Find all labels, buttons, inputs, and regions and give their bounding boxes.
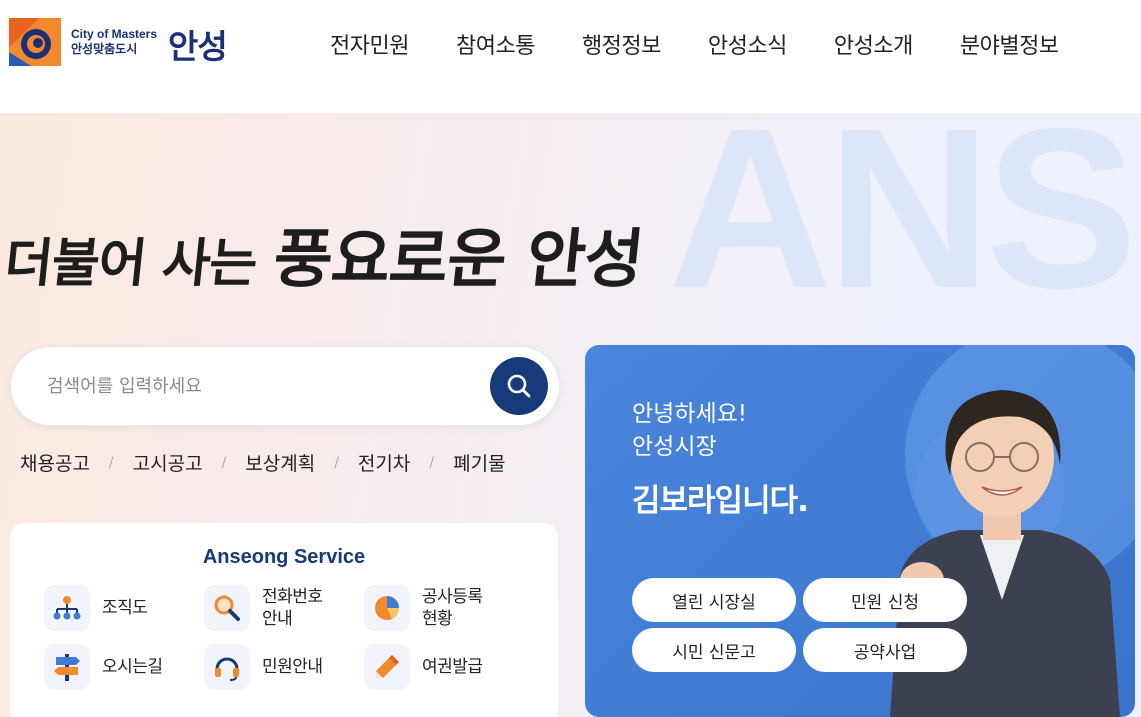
service-item-label: 민원안내	[262, 656, 323, 677]
nav-item-news[interactable]: 안성소식	[708, 28, 787, 60]
org-chart-icon	[44, 585, 90, 631]
slogan-part-3: 안성	[522, 222, 647, 297]
nav-item-field-info[interactable]: 분야별정보	[960, 28, 1059, 60]
slogan-part-1: 더불어 사는	[1, 233, 277, 294]
keyword-link[interactable]: 전기차	[358, 449, 410, 476]
mayor-card: 안녕하세요! 안성시장 김보라입니다. 열린 시장실 민원 신청 시민 신문고 …	[585, 345, 1135, 717]
hero-section: ANS 더불어 사는 풍요로운 안성 채용공고 / 고시공고 / 보상계획 / …	[0, 113, 1141, 717]
pie-chart-icon	[364, 585, 410, 631]
signpost-icon	[44, 644, 90, 690]
mayor-name: 김보라입니다.	[632, 483, 809, 519]
service-item-label: 조직도	[102, 597, 148, 618]
citizen-petition-button[interactable]: 시민 신문고	[632, 628, 796, 672]
nav-item-e-civil[interactable]: 전자민원	[330, 28, 409, 60]
pledge-projects-button[interactable]: 공약사업	[803, 628, 967, 672]
keyword-separator: /	[429, 454, 435, 471]
nav-item-about[interactable]: 안성소개	[834, 28, 913, 60]
civil-request-button[interactable]: 민원 신청	[803, 578, 967, 622]
site-logo[interactable]: City of Masters 안성맞춤도시	[9, 18, 157, 66]
service-item-construction-status[interactable]: 공사등록 현황	[364, 585, 483, 631]
logo-city-name: 안성	[168, 27, 228, 66]
search-box	[10, 346, 560, 426]
keyword-separator: /	[334, 454, 339, 471]
open-mayor-office-button[interactable]: 열린 시장실	[632, 578, 796, 622]
main-navigation: 전자민원 참여소통 행정정보 안성소식 안성소개 분야별정보	[330, 28, 1059, 60]
headset-icon	[204, 644, 250, 690]
slogan-part-2: 풍요로운	[269, 222, 531, 297]
keyword-link[interactable]: 고시공고	[133, 449, 203, 476]
popular-keywords: 채용공고 / 고시공고 / 보상계획 / 전기차 / 폐기물	[20, 449, 506, 476]
pencil-icon	[364, 644, 410, 690]
service-item-civil-guide[interactable]: 민원안내	[204, 644, 323, 690]
keyword-separator: /	[108, 454, 114, 471]
service-item-passport[interactable]: 여권발급	[364, 644, 483, 690]
service-item-label: 오시는길	[102, 656, 163, 677]
greeting-line-1: 안녕하세요!	[632, 401, 748, 427]
magnifier-icon	[204, 585, 250, 631]
nav-item-admin-info[interactable]: 행정정보	[582, 28, 661, 60]
keyword-link[interactable]: 채용공고	[20, 449, 90, 476]
service-panel-title: Anseong Service	[202, 546, 366, 568]
hero-background-word: ANS	[668, 113, 1137, 336]
keyword-link[interactable]: 보상계획	[245, 449, 315, 476]
service-item-label: 공사등록 현황	[422, 586, 483, 629]
anseong-service-panel: Anseong Service 조직도 전화번호 안내 공사등록 현황 오시는길…	[10, 523, 558, 717]
service-item-label: 여권발급	[422, 656, 483, 677]
keyword-link[interactable]: 폐기물	[453, 449, 505, 476]
service-item-label: 전화번호 안내	[262, 586, 323, 629]
logo-korean-text: 안성맞춤도시	[71, 42, 138, 56]
hero-slogan: 더불어 사는 풍요로운 안성	[1, 208, 648, 300]
mayor-greeting: 안녕하세요! 안성시장	[632, 398, 747, 465]
service-item-phone-directory[interactable]: 전화번호 안내	[204, 585, 323, 631]
logo-english-text: City of Masters	[71, 27, 158, 42]
search-button[interactable]	[490, 357, 548, 415]
city-emblem-icon	[9, 18, 61, 66]
service-item-org-chart[interactable]: 조직도	[44, 585, 148, 631]
keyword-separator: /	[221, 454, 227, 471]
nav-item-participation[interactable]: 참여소통	[456, 28, 535, 60]
service-item-directions[interactable]: 오시는길	[44, 644, 163, 690]
greeting-line-2: 안성시장	[632, 434, 717, 461]
search-input[interactable]	[45, 369, 469, 403]
search-icon	[507, 374, 531, 398]
site-header: City of Masters 안성맞춤도시 안성 전자민원 참여소통 행정정보…	[0, 0, 1141, 113]
